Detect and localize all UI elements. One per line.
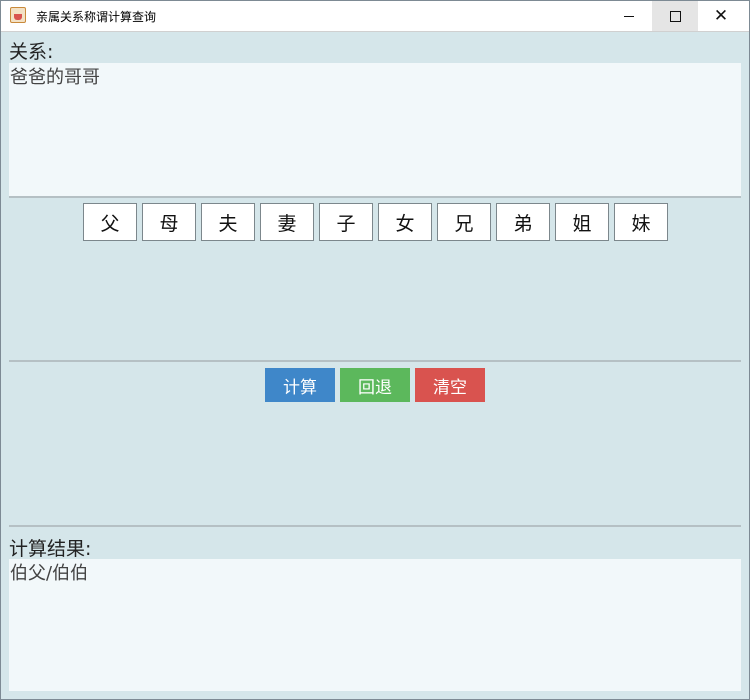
kin-button-row: 父 母 夫 妻 子 女 兄 弟 姐 妹 (83, 203, 668, 241)
result-value: 伯父/伯伯 (10, 563, 89, 584)
title-bar[interactable]: 亲属关系称谓计算查询 ✕ (1, 1, 749, 32)
kin-button-mother[interactable]: 母 (142, 203, 196, 241)
calculate-button[interactable]: 计算 (265, 368, 335, 402)
kin-button-wife[interactable]: 妻 (260, 203, 314, 241)
maximize-button[interactable] (652, 1, 698, 31)
divider (9, 360, 741, 362)
kin-button-younger-brother[interactable]: 弟 (496, 203, 550, 241)
divider (9, 525, 741, 527)
divider (9, 196, 741, 198)
kin-button-younger-sister[interactable]: 妹 (614, 203, 668, 241)
relation-text-area[interactable]: 爸爸的哥哥 (9, 63, 741, 196)
kin-button-son[interactable]: 子 (319, 203, 373, 241)
minimize-icon (624, 15, 634, 17)
result-text-area[interactable]: 伯父/伯伯 (9, 559, 741, 691)
kin-button-father[interactable]: 父 (83, 203, 137, 241)
window-border-left (1, 32, 9, 699)
window-title: 亲属关系称谓计算查询 (36, 10, 157, 24)
clear-button[interactable]: 清空 (415, 368, 485, 402)
relation-value: 爸爸的哥哥 (10, 67, 100, 88)
result-label: 计算结果: (9, 538, 92, 560)
relation-label: 关系: (9, 41, 54, 63)
window-border-right (741, 32, 749, 699)
java-cup-icon (10, 7, 26, 23)
kin-button-elder-brother[interactable]: 兄 (437, 203, 491, 241)
close-button[interactable]: ✕ (698, 1, 744, 31)
action-button-row: 计算 回退 清空 (265, 368, 485, 402)
maximize-icon (669, 10, 681, 22)
app-window: 亲属关系称谓计算查询 ✕ 关系: 爸爸的哥哥 父 母 夫 妻 子 女 兄 弟 姐… (0, 0, 750, 700)
minimize-button[interactable] (606, 1, 652, 31)
close-icon: ✕ (713, 5, 729, 26)
kin-button-elder-sister[interactable]: 姐 (555, 203, 609, 241)
back-button[interactable]: 回退 (340, 368, 410, 402)
kin-button-husband[interactable]: 夫 (201, 203, 255, 241)
kin-button-daughter[interactable]: 女 (378, 203, 432, 241)
